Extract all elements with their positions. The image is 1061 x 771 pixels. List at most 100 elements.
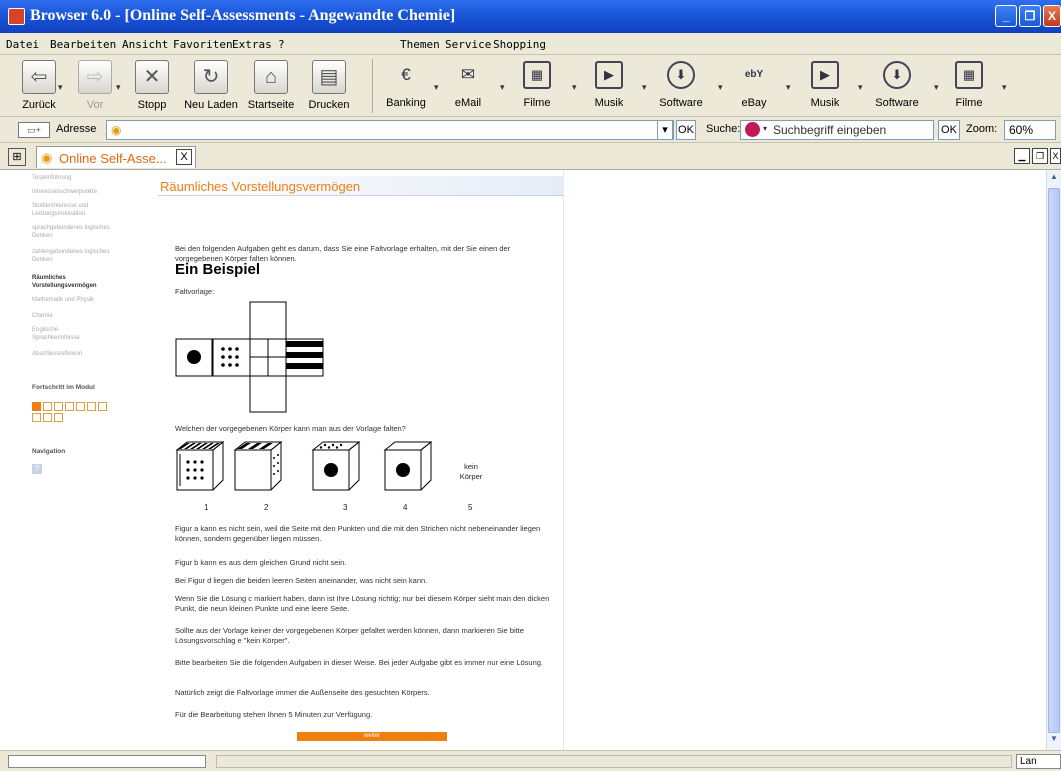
address-ok-button[interactable]: OK xyxy=(676,120,696,140)
sidebar-item-zahlengebunden[interactable]: zahlengebundenes logisches Denken xyxy=(32,248,112,264)
link-musik-2[interactable]: ▶ Musik xyxy=(796,57,854,115)
link-filme[interactable]: ▦ Filme xyxy=(508,57,566,115)
scroll-down-icon[interactable]: ▼ xyxy=(1048,734,1060,748)
menu-datei[interactable]: Datei xyxy=(6,38,39,51)
back-dropdown-arrow[interactable]: ▾ xyxy=(58,82,63,93)
vertical-scrollbar[interactable]: ▲ ▼ xyxy=(1046,170,1061,750)
link-musik[interactable]: ▶ Musik xyxy=(580,57,638,115)
link-banking[interactable]: € Banking xyxy=(380,57,432,115)
sidebar-item-interessen[interactable]: Interessenschwerpunkte xyxy=(32,188,97,196)
restore-button[interactable]: ❐ xyxy=(1019,5,1041,27)
search-engine-icon[interactable] xyxy=(745,122,760,137)
arrow-right-icon: ⇨ xyxy=(78,60,112,94)
faltvorlage-label: Faltvorlage: xyxy=(175,287,215,296)
option-2[interactable]: 2 xyxy=(264,503,268,512)
sidebar-item-sprachgebunden[interactable]: sprachgebundenes logisches Denken xyxy=(32,224,112,240)
forward-button[interactable]: ⇨ Vor xyxy=(70,57,120,115)
menu-favoriten[interactable]: Favoriten xyxy=(173,38,233,51)
search-ok-button[interactable]: OK xyxy=(938,120,960,140)
search-engine-dropdown-icon[interactable]: ▾ xyxy=(763,124,767,133)
progress-cell xyxy=(43,402,52,411)
address-input[interactable]: ◉ xyxy=(106,120,674,140)
link-software-2[interactable]: ⬇ Software xyxy=(864,57,930,115)
reload-label: Neu Laden xyxy=(184,99,238,111)
menu-bearbeiten[interactable]: Bearbeiten xyxy=(50,38,116,51)
sidebar-item-raeumlich[interactable]: Räumliches Vorstellungsvermögen xyxy=(32,274,116,290)
scroll-thumb[interactable] xyxy=(1048,188,1060,733)
explanation-6: Bitte bearbeiten Sie die folgenden Aufga… xyxy=(175,658,544,667)
sidebar-item-englisch[interactable]: Englische Sprachkenntnisse xyxy=(32,326,102,342)
stop-button[interactable]: ✕ Stopp xyxy=(128,57,176,115)
sidebar-item-chemie[interactable]: Chemie xyxy=(32,312,53,320)
reload-button[interactable]: ↻ Neu Laden xyxy=(180,57,242,115)
musik-dropdown-arrow[interactable]: ▾ xyxy=(642,82,647,93)
print-button[interactable]: ▤ Drucken xyxy=(302,57,356,115)
ebay-dropdown-arrow[interactable]: ▾ xyxy=(786,82,791,93)
progress-cell xyxy=(98,402,107,411)
option-3[interactable]: 3 xyxy=(343,503,347,512)
tab-online-self-assessments[interactable]: ◉ Online Self-Asse... X xyxy=(36,146,196,168)
musik-2-dropdown-arrow[interactable]: ▾ xyxy=(858,82,863,93)
sidebar-item-testeinfuehrung[interactable]: Testeinführung xyxy=(32,174,71,182)
tab-restore-button[interactable]: ❐ xyxy=(1032,148,1048,164)
sidebar-item-abschluss[interactable]: Abschlussreflexion xyxy=(32,350,82,358)
stop-label: Stopp xyxy=(137,99,167,111)
tab-minimize-button[interactable]: ▁ xyxy=(1014,148,1030,164)
tab-overview-icon[interactable]: ⊞ xyxy=(8,148,26,166)
software-dropdown-arrow[interactable]: ▾ xyxy=(718,82,723,93)
forward-dropdown-arrow[interactable]: ▾ xyxy=(116,82,121,93)
sidebar-item-studieninteresse[interactable]: Studieninteresse und Leistungsmotivation xyxy=(32,202,112,218)
download-icon: ⬇ xyxy=(667,61,695,89)
menu-themen[interactable]: Themen xyxy=(400,38,440,51)
home-icon: ⌂ xyxy=(254,60,288,94)
filme-2-dropdown-arrow[interactable]: ▾ xyxy=(1002,82,1007,93)
printer-icon: ▤ xyxy=(312,60,346,94)
software-2-dropdown-arrow[interactable]: ▾ xyxy=(934,82,939,93)
euro-icon: € xyxy=(401,65,411,84)
browser-app-icon xyxy=(8,8,25,25)
close-window-button[interactable]: X xyxy=(1043,5,1061,27)
fold-template-image xyxy=(175,301,324,413)
tab-close-button[interactable]: X xyxy=(176,149,192,165)
progress-cell xyxy=(32,402,41,411)
email-dropdown-arrow[interactable]: ▾ xyxy=(500,82,505,93)
filme-dropdown-arrow[interactable]: ▾ xyxy=(572,82,577,93)
zoom-label: Zoom: xyxy=(966,123,998,135)
menu-service[interactable]: Service xyxy=(445,38,491,51)
link-software[interactable]: ⬇ Software xyxy=(648,57,714,115)
module-sidebar: Testeinführung Interessenschwerpunkte St… xyxy=(32,170,158,750)
home-button[interactable]: ⌂ Startseite xyxy=(242,57,300,115)
back-button[interactable]: ⇦ Zurück xyxy=(14,57,64,115)
menu-extras[interactable]: Extras xyxy=(232,38,272,51)
window-title: Browser 6.0 - [Online Self-Assessments -… xyxy=(30,7,456,24)
link-musik-2-label: Musik xyxy=(810,97,840,109)
progress-title: Fortschritt im Modul xyxy=(32,384,95,391)
weiter-button[interactable]: weiter xyxy=(297,732,447,741)
link-filme-label: Filme xyxy=(523,97,551,109)
sidebar-item-mathematik[interactable]: Mathematik und Physik xyxy=(32,296,94,304)
link-filme-2[interactable]: ▦ Filme xyxy=(940,57,998,115)
option-5[interactable]: 5 xyxy=(468,503,472,512)
menu-shopping[interactable]: Shopping xyxy=(493,38,546,51)
link-email[interactable]: ✉ eMail xyxy=(442,57,494,115)
menu-ansicht[interactable]: Ansicht xyxy=(122,38,168,51)
add-favorite-icon[interactable]: ▭+ xyxy=(18,122,50,138)
zoom-select[interactable]: 60% xyxy=(1004,120,1056,140)
scroll-up-icon[interactable]: ▲ xyxy=(1048,172,1060,186)
link-ebay[interactable]: ebY eBay xyxy=(726,57,782,115)
tab-close-window-button[interactable]: X xyxy=(1050,148,1061,164)
minimize-button[interactable]: _ xyxy=(995,5,1017,27)
link-banking-label: Banking xyxy=(386,97,426,109)
address-bar: ▭+ Adresse ◉ ▾ OK Suche: ▾ Suchbegriff e… xyxy=(0,117,1061,143)
search-input[interactable]: ▾ Suchbegriff eingeben xyxy=(740,120,934,140)
link-filme-2-label: Filme xyxy=(955,97,983,109)
option-1[interactable]: 1 xyxy=(204,503,208,512)
option-4[interactable]: 4 xyxy=(403,503,407,512)
banking-dropdown-arrow[interactable]: ▾ xyxy=(434,82,439,93)
help-button[interactable]: ? xyxy=(32,464,42,474)
menu-help[interactable]: ? xyxy=(278,38,285,51)
address-dropdown-button[interactable]: ▾ xyxy=(657,120,673,140)
status-pane xyxy=(216,755,1012,768)
question-text: Welchen der vorgegebenen Körper kann man… xyxy=(175,424,406,433)
progress-cell xyxy=(54,413,63,422)
